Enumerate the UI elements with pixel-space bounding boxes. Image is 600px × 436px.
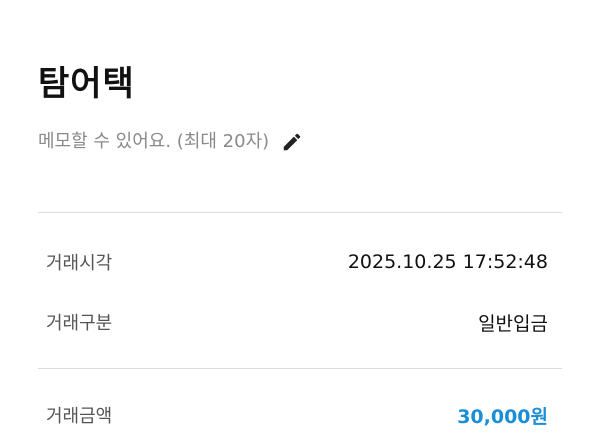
detail-value-time: 2025.10.25 17:52:48 bbox=[347, 251, 548, 273]
detail-label-amount: 거래금액 bbox=[46, 406, 113, 427]
detail-row-amount: 거래금액 30,000원 bbox=[46, 400, 548, 430]
amount-divider bbox=[38, 368, 562, 369]
transaction-title: 탐어택 bbox=[38, 64, 135, 104]
detail-row-type: 거래구분 일반입금 bbox=[46, 307, 548, 337]
detail-row-time: 거래시각 2025.10.25 17:52:48 bbox=[46, 247, 548, 277]
detail-value-type: 일반입금 bbox=[478, 312, 548, 335]
memo-edit-row[interactable]: 메모할 수 있어요. (최대 20자) bbox=[38, 128, 303, 156]
section-divider bbox=[38, 212, 562, 213]
pencil-icon[interactable] bbox=[281, 131, 303, 153]
detail-value-amount: 30,000원 bbox=[457, 405, 548, 428]
detail-label-type: 거래구분 bbox=[46, 313, 113, 334]
memo-placeholder: 메모할 수 있어요. (최대 20자) bbox=[38, 131, 270, 152]
detail-label-time: 거래시각 bbox=[46, 253, 113, 274]
